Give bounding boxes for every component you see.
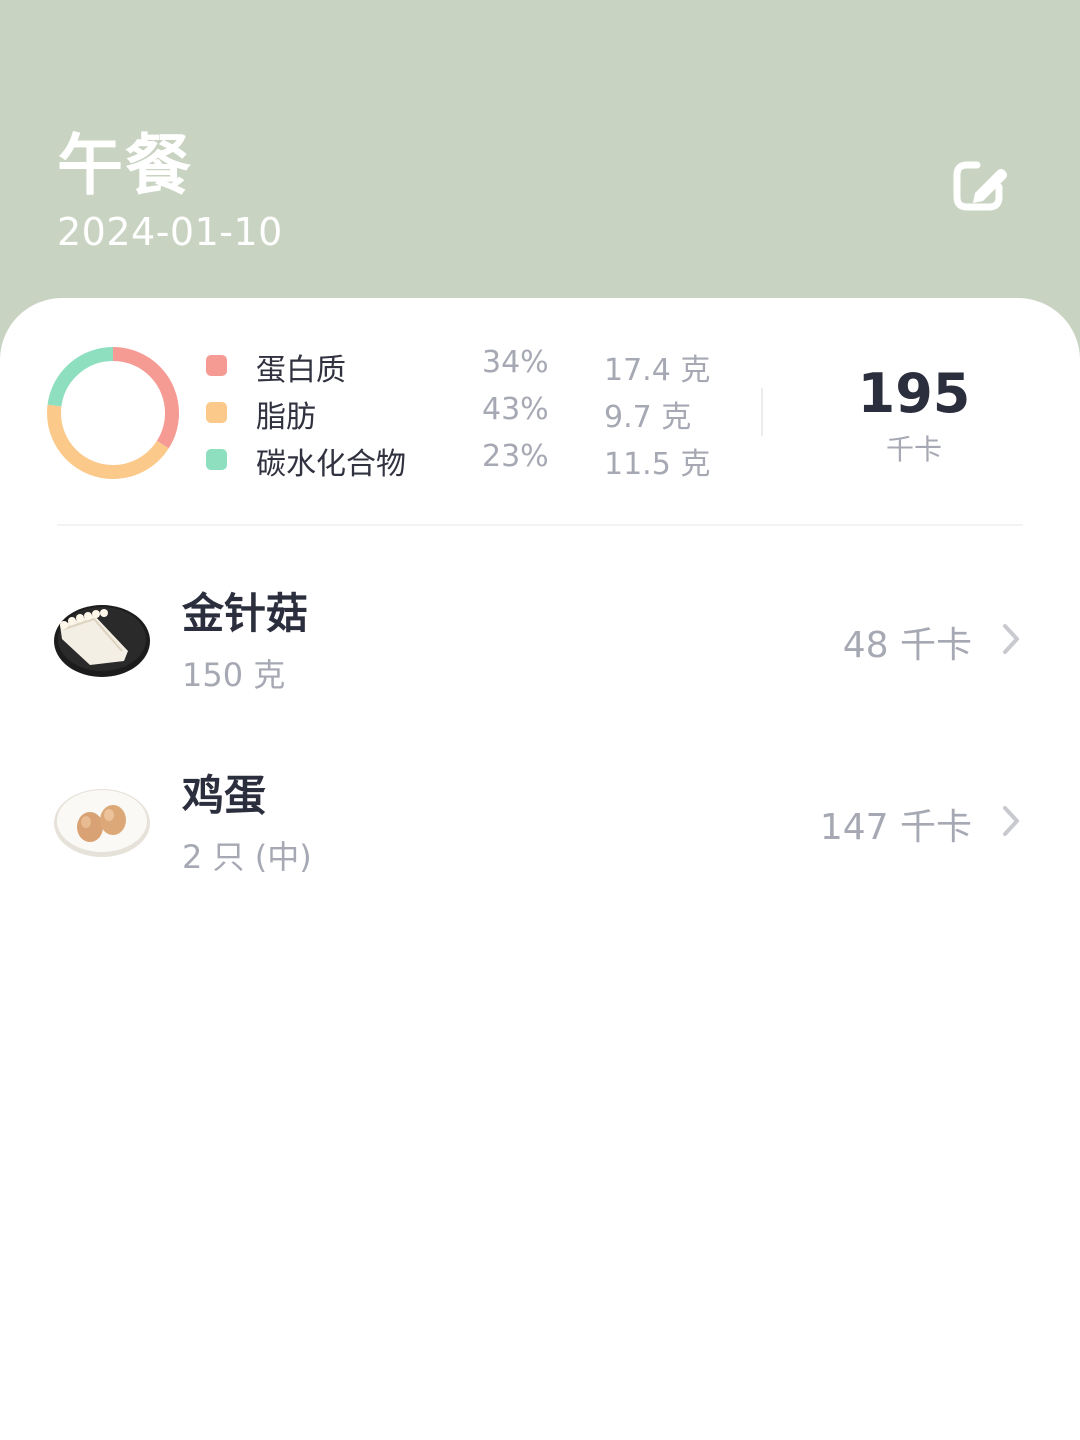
food-name: 金针菇 (182, 589, 309, 638)
macro-legend: 蛋白质 34% 17.4 克 脂肪 43% 9.7 克 碳水化合物 23% 11… (206, 342, 726, 483)
legend-row-protein: 蛋白质 34% 17.4 克 (206, 342, 726, 389)
legend-amount: 9.7 克 (604, 400, 692, 435)
fat-color-swatch (206, 402, 227, 423)
carbs-color-swatch (206, 449, 227, 470)
legend-percent: 23% (482, 439, 549, 474)
food-item-egg[interactable]: 鸡蛋 2 只 (中) 147 千卡 (0, 752, 1080, 892)
legend-name: 碳水化合物 (256, 447, 406, 482)
legend-percent: 43% (482, 392, 549, 427)
protein-color-swatch (206, 355, 227, 376)
edit-button[interactable] (946, 150, 1016, 220)
chevron-right-icon (1000, 804, 1022, 838)
macro-donut-chart (47, 347, 179, 479)
total-calories: 195 (857, 362, 971, 425)
section-divider (57, 524, 1023, 526)
food-quantity: 150 克 (182, 656, 286, 694)
edit-icon (949, 151, 1013, 219)
legend-amount: 11.5 克 (604, 447, 711, 482)
summary-divider (761, 388, 763, 436)
legend-amount: 17.4 克 (604, 353, 711, 388)
food-quantity: 2 只 (中) (182, 838, 312, 876)
food-calories: 147 千卡 (819, 807, 972, 848)
total-calories-unit: 千卡 (885, 433, 942, 466)
legend-row-carbs: 碳水化合物 23% 11.5 克 (206, 436, 726, 483)
eggs-icon (50, 777, 154, 861)
food-calories: 48 千卡 (842, 625, 972, 666)
chevron-right-icon (1000, 622, 1022, 656)
meal-date: 2024-01-10 (57, 210, 283, 254)
legend-row-fat: 脂肪 43% 9.7 克 (206, 389, 726, 436)
food-item-enoki[interactable]: 金针菇 150 克 48 千卡 (0, 570, 1080, 710)
meal-title: 午餐 (57, 127, 193, 204)
food-name: 鸡蛋 (182, 771, 267, 820)
enoki-mushroom-icon (50, 595, 154, 679)
legend-percent: 34% (482, 345, 549, 380)
header: 午餐 2024-01-10 (0, 0, 1080, 330)
legend-name: 脂肪 (256, 400, 316, 435)
legend-name: 蛋白质 (256, 353, 346, 388)
